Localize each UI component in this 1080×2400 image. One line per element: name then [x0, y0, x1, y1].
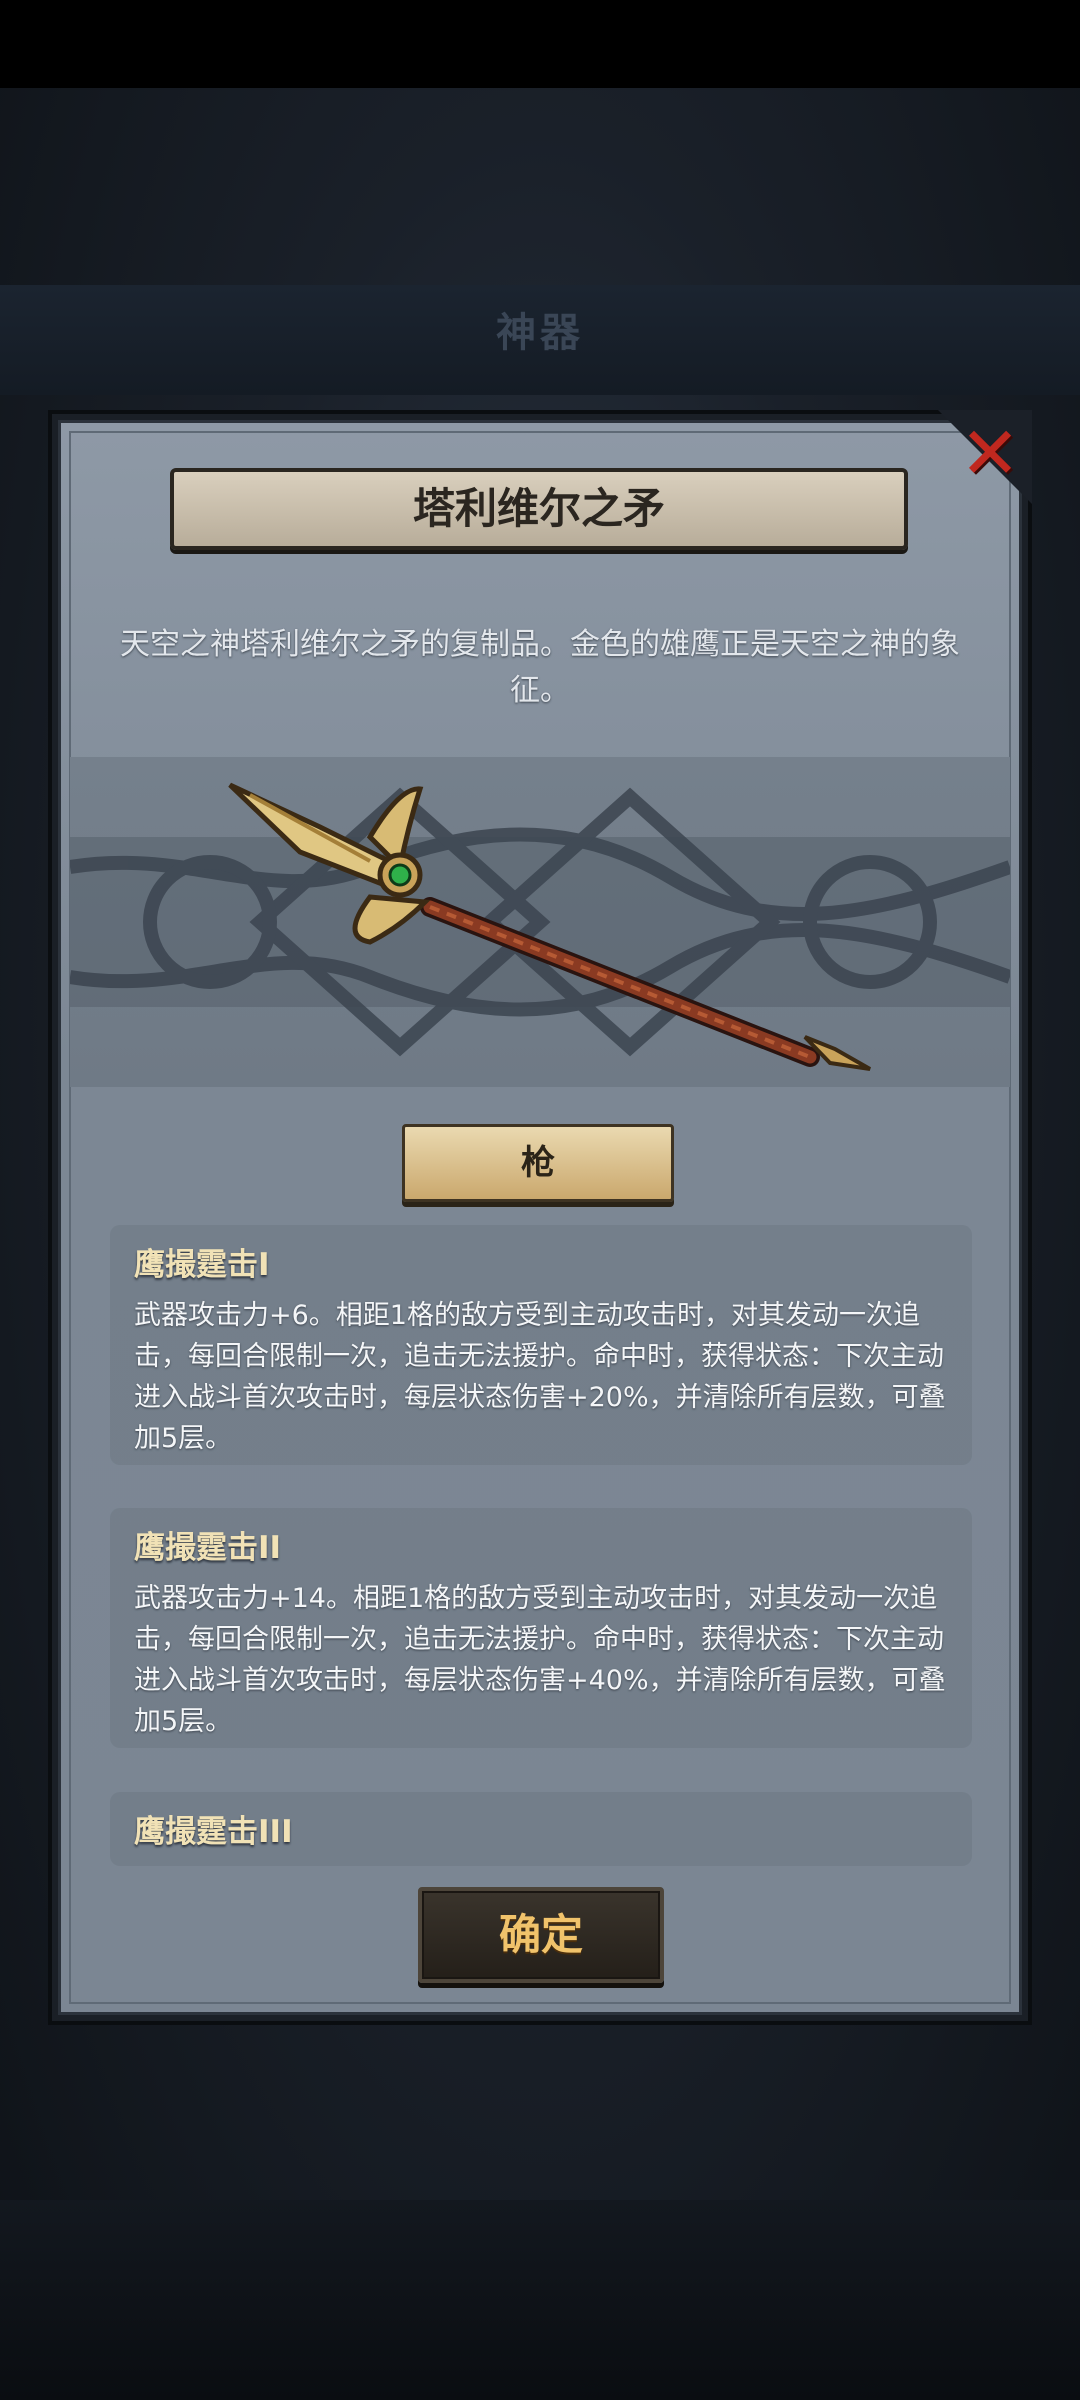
skill-title: 鹰撮霆击III [134, 1814, 293, 1850]
dialog-title: 塔利维尔之矛 [412, 484, 665, 533]
status-bar [0, 0, 1080, 88]
skill-description: 武器攻击力+6。相距1格的敌方受到主动攻击时，对其发动一次追击，每回合限制一次，… [134, 1300, 946, 1454]
skill-card: 鹰撮霆击III [110, 1792, 972, 1866]
banner-art [70, 782, 1010, 1071]
skill-card: 鹰撮霆击I 武器攻击力+6。相距1格的敌方受到主动攻击时，对其发动一次追击，每回… [110, 1225, 972, 1465]
skill-card: 鹰撮霆击II 武器攻击力+14。相距1格的敌方受到主动攻击时，对其发动一次追击，… [110, 1508, 972, 1748]
confirm-label[interactable]: 确定 [418, 1887, 664, 1983]
skill-title: 鹰撮霆击I [134, 1247, 270, 1283]
close-icon[interactable]: ✕ [955, 417, 1025, 489]
skill-title: 鹰撮霆击II [134, 1530, 282, 1566]
background-title: 神器 [496, 310, 584, 356]
background-footer [0, 2200, 1080, 2400]
weapon-type-label: 枪 [521, 1143, 555, 1183]
skill-description: 武器攻击力+14。相距1格的敌方受到主动攻击时，对其发动一次追击，每回合限制一次… [134, 1583, 946, 1737]
weapon-banner [70, 757, 1010, 1087]
item-description: 天空之神塔利维尔之矛的复制品。金色的雄鹰正是天空之神的象征。 [120, 627, 960, 708]
